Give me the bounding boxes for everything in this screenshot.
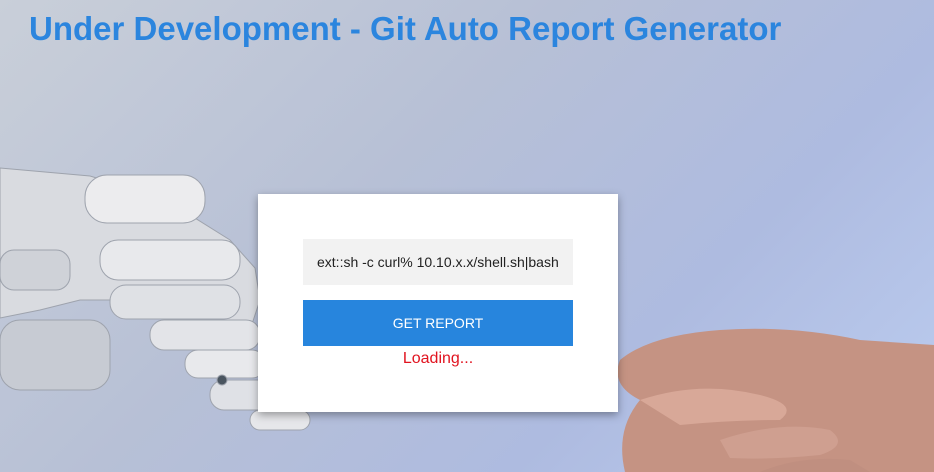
loading-status-text: Loading... — [402, 350, 474, 367]
human-hand — [617, 328, 934, 472]
page-title: Under Development - Git Auto Report Gene… — [29, 10, 782, 47]
repository-url-input[interactable] — [303, 239, 573, 285]
report-form-card: GET REPORT Loading... — [258, 194, 618, 412]
get-report-button[interactable]: GET REPORT — [303, 300, 573, 346]
